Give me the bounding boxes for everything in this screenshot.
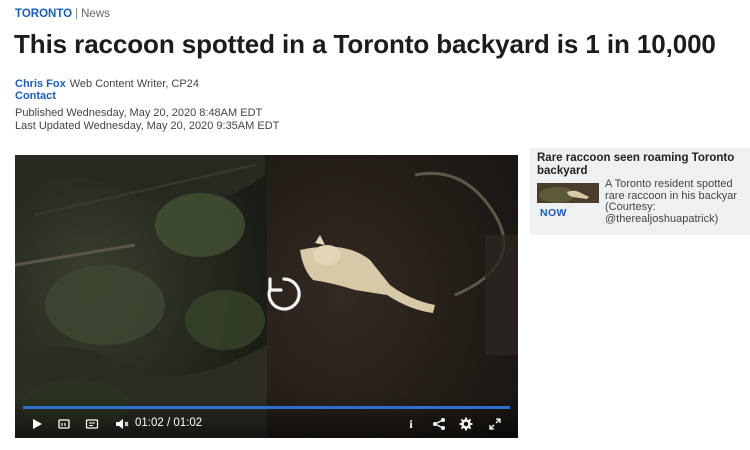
mute-button[interactable] [113, 414, 131, 434]
share-icon [433, 418, 445, 430]
author-role: Web Content Writer, CP24 [69, 78, 199, 90]
player-controls: 01:02 / 01:02 i [15, 398, 518, 438]
breadcrumb-section-link[interactable]: TORONTO [15, 8, 72, 20]
replay-icon [267, 277, 301, 311]
related-video-description: A Toronto resident spotted rare raccoon … [605, 178, 750, 225]
current-time: 01:02 [135, 417, 164, 429]
time-display: 01:02 / 01:02 [135, 415, 202, 431]
byline: Chris Fox Web Content Writer, CP24 Contac… [15, 78, 199, 102]
info-button[interactable]: i [404, 414, 418, 434]
play-icon [33, 419, 42, 429]
duration: 01:02 [173, 417, 203, 429]
captions-icon [85, 419, 99, 429]
breadcrumb: TORONTO | News [15, 6, 110, 22]
related-desc-line: (Courtesy: [605, 201, 656, 213]
video-player[interactable]: 01:02 / 01:02 i [15, 155, 518, 438]
related-video-title: Rare raccoon seen roaming Toronto backya… [537, 152, 735, 177]
breadcrumb-subsection-link[interactable]: News [81, 8, 110, 20]
article-dates: Published Wednesday, May 20, 2020 8:48AM… [15, 107, 279, 132]
settings-button[interactable] [458, 414, 474, 434]
now-badge: NOW [540, 207, 567, 219]
article-headline: This raccoon spotted in a Toronto backya… [14, 29, 716, 59]
fullscreen-button[interactable] [487, 414, 503, 434]
related-video-card[interactable]: Rare raccoon seen roaming Toronto backya… [530, 148, 750, 235]
fullscreen-icon [489, 418, 501, 430]
captions-button[interactable] [83, 414, 101, 434]
replay-10-icon [58, 419, 70, 429]
updated-date: Last Updated Wednesday, May 20, 2020 9:3… [15, 119, 280, 132]
mute-icon [116, 419, 129, 429]
related-video-thumbnail [537, 183, 599, 203]
related-desc-line: A Toronto resident spotted [605, 178, 733, 190]
info-icon: i [409, 416, 413, 431]
replay-button[interactable] [261, 271, 307, 317]
published-date: Published Wednesday, May 20, 2020 8:48AM… [15, 107, 263, 119]
author-link[interactable]: Chris Fox [15, 78, 66, 90]
share-button[interactable] [431, 414, 447, 434]
settings-icon [459, 417, 473, 431]
contact-link[interactable]: Contact [15, 90, 199, 102]
breadcrumb-separator: | [75, 8, 79, 20]
play-button[interactable] [29, 414, 45, 434]
progress-bar[interactable] [23, 406, 510, 409]
related-desc-line: @therealjoshuapatrick) [605, 212, 719, 225]
replay-10-button[interactable] [55, 414, 73, 434]
time-separator: / [166, 417, 171, 429]
